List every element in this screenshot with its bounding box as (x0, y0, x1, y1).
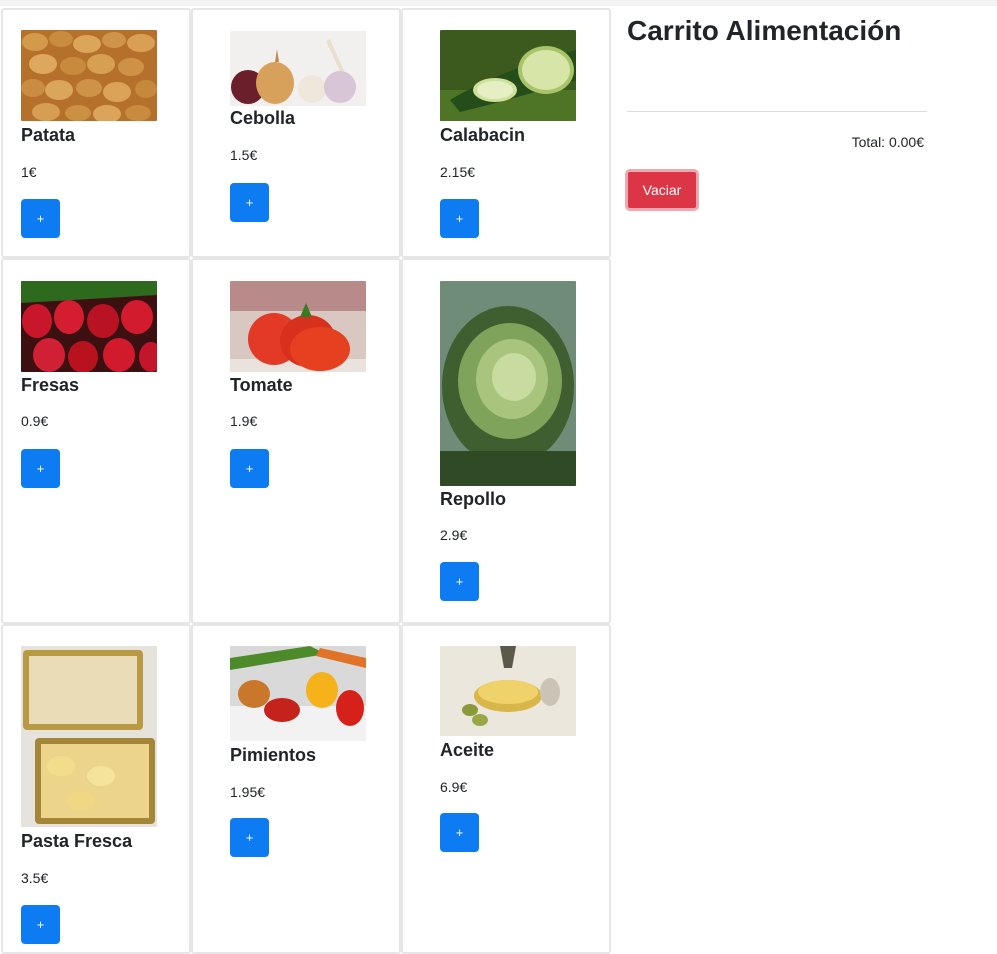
product-image-patata (21, 30, 157, 121)
cart-total: Total: 0.00€ (851, 134, 924, 150)
product-price: 1.9€ (230, 413, 258, 429)
product-card-patata: Patata 1€ + (1, 8, 191, 258)
cart-title: Carrito Alimentación (627, 15, 902, 46)
product-name: Patata (21, 125, 76, 145)
product-price: 1€ (21, 164, 37, 180)
add-to-cart-button[interactable]: + (230, 183, 269, 222)
product-price: 6.9€ (440, 779, 468, 795)
product-name: Pimientos (230, 745, 317, 765)
product-price: 2.15€ (440, 164, 476, 180)
cart-panel: Carrito Alimentación Total: 0.00€ Vaciar (625, 14, 927, 211)
add-to-cart-button[interactable]: + (440, 199, 479, 238)
product-card-pasta-fresca: Pasta Fresca 3.5€ + (1, 624, 191, 954)
product-price: 0.9€ (21, 413, 49, 429)
add-to-cart-button[interactable]: + (21, 199, 60, 238)
product-image-fresas (21, 281, 157, 372)
product-price: 1.95€ (230, 784, 266, 800)
product-name: Cebolla (230, 108, 296, 128)
product-card-repollo: Repollo 2.9€ + (401, 258, 611, 624)
add-to-cart-button[interactable]: + (230, 449, 269, 488)
product-card-pimientos: Pimientos 1.95€ + (191, 624, 401, 954)
product-name: Calabacin (440, 125, 526, 145)
product-image-pimientos (230, 646, 366, 741)
add-to-cart-button[interactable]: + (21, 449, 60, 488)
product-price: 3.5€ (21, 870, 49, 886)
product-name: Pasta Fresca (21, 831, 133, 851)
product-card-cebolla: Cebolla 1.5€ + (191, 8, 401, 258)
add-to-cart-button[interactable]: + (230, 818, 269, 857)
cart-divider (627, 111, 927, 112)
product-card-calabacin: Calabacin 2.15€ + (401, 8, 611, 258)
add-to-cart-button[interactable]: + (21, 905, 60, 944)
product-card-tomate: Tomate 1.9€ + (191, 258, 401, 624)
product-image-pasta-fresca (21, 646, 157, 827)
top-divider (0, 0, 997, 6)
product-card-aceite: Aceite 6.9€ + (401, 624, 611, 954)
product-name: Repollo (440, 489, 506, 509)
add-to-cart-button[interactable]: + (440, 562, 479, 601)
add-to-cart-button[interactable]: + (440, 813, 479, 852)
product-price: 2.9€ (440, 527, 468, 543)
product-price: 1.5€ (230, 147, 258, 163)
product-card-fresas: Fresas 0.9€ + (1, 258, 191, 624)
product-image-calabacin (440, 30, 576, 121)
product-name: Fresas (21, 375, 80, 395)
product-image-aceite (440, 646, 576, 736)
product-name: Aceite (440, 740, 495, 760)
product-image-cebolla (230, 31, 366, 106)
product-image-tomate (230, 281, 366, 372)
product-name: Tomate (230, 375, 293, 395)
product-image-repollo (440, 281, 576, 486)
clear-cart-button[interactable]: Vaciar (625, 169, 699, 211)
